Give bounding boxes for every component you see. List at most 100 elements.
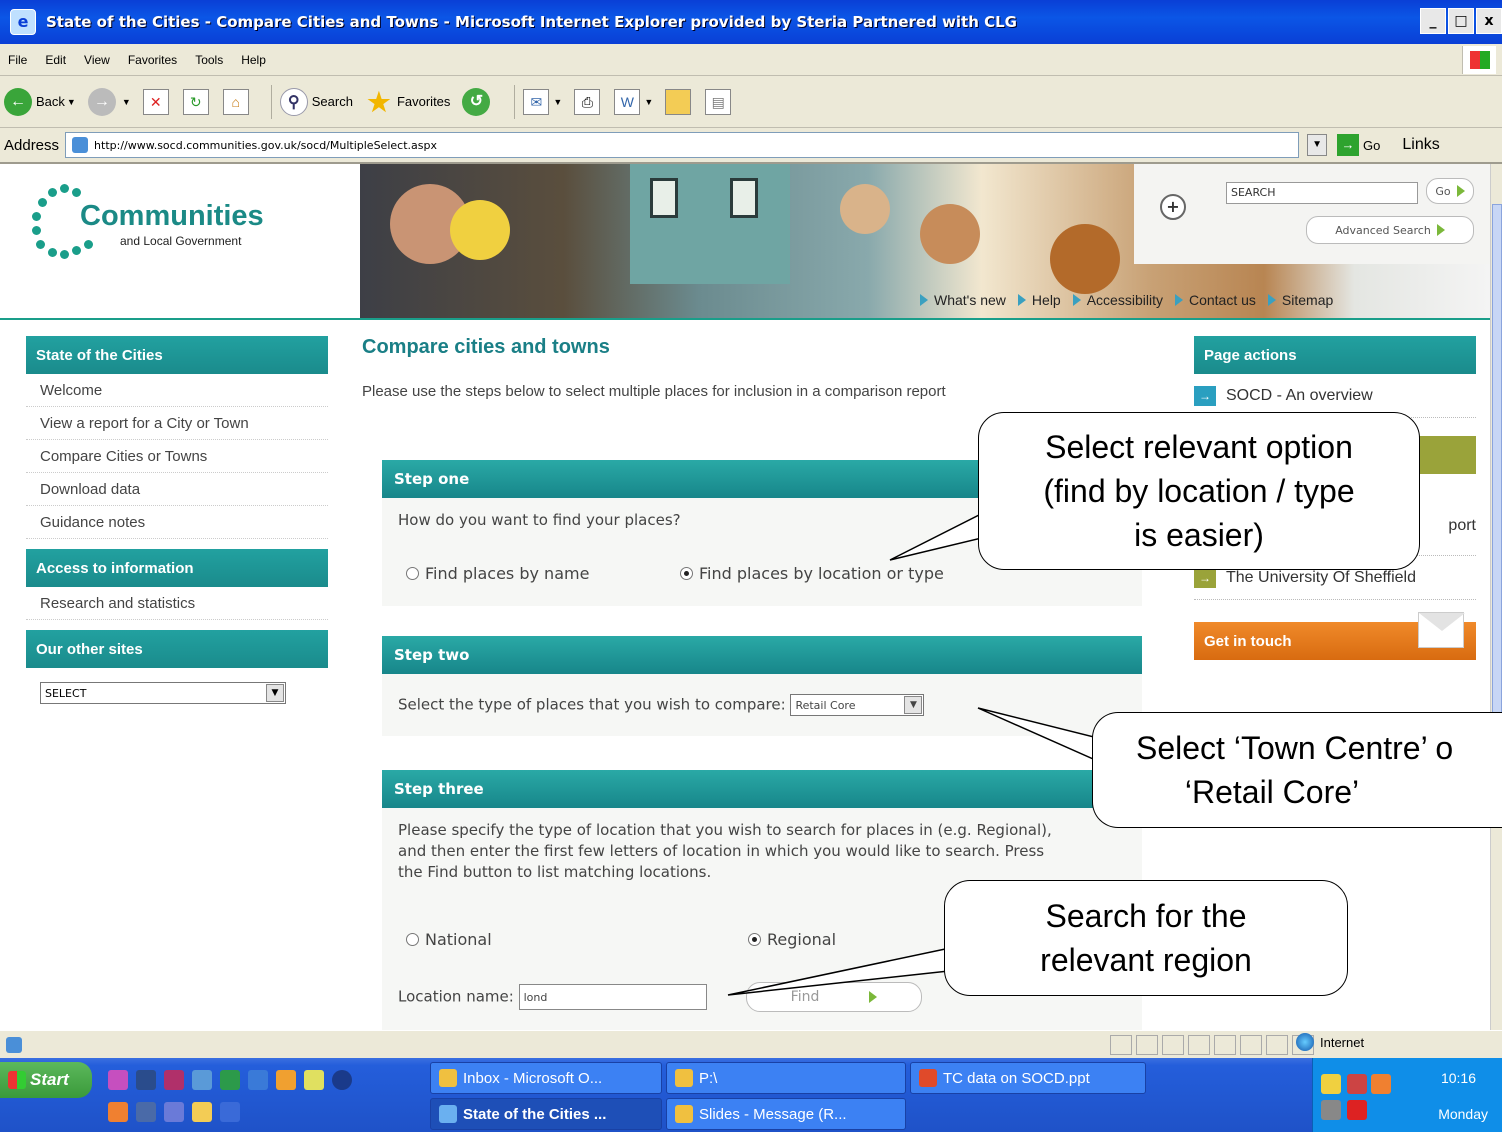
nav-item-download-data[interactable]: Download data [26,473,328,506]
callout-select-option: Select relevant option (find by location… [978,412,1420,570]
start-label: Start [30,1070,69,1089]
site-search-go-button[interactable]: Go [1426,178,1474,204]
radio-find-by-name[interactable]: Find places by name [406,564,589,583]
menu-favorites[interactable]: Favorites [128,53,177,67]
link-contact-us[interactable]: Contact us [1174,292,1256,308]
site-logo[interactable]: Communities and Local Government [0,164,360,318]
address-input[interactable]: http://www.socd.communities.gov.uk/socd/… [65,132,1300,158]
forward-button[interactable]: → ▼ [87,87,131,116]
get-in-touch-heading[interactable]: Get in touch [1194,612,1476,660]
clock-time: 10:16 [1440,1070,1476,1086]
standard-toolbar: ← Back ▼ → ▼ ✕ ↻ ⌂ ⚲ Search ★ Favorites … [0,76,1502,128]
menu-bar: File Edit View Favorites Tools Help [0,44,1502,76]
radio-national[interactable]: National [406,930,492,949]
radio-regional[interactable]: Regional [748,930,836,949]
chevron-down-icon: ▼ [553,96,563,107]
quicklaunch-icon[interactable] [332,1070,352,1090]
address-dropdown-button[interactable]: ▼ [1307,134,1328,156]
go-button[interactable]: → Go [1337,134,1380,156]
toolbar-separator [514,84,516,119]
other-sites-select[interactable]: SELECT ▼ [40,682,286,704]
task-p-drive[interactable]: P:\ [666,1062,906,1094]
history-button[interactable]: ↺ [462,87,494,116]
favorites-button[interactable]: ★ Favorites [365,88,450,116]
excel-icon[interactable] [220,1070,240,1090]
vertical-scrollbar[interactable] [1490,164,1502,1030]
location-input[interactable]: lond [518,984,707,1010]
link-help[interactable]: Help [1017,292,1061,308]
menu-tools[interactable]: Tools [195,53,223,67]
outlook-icon[interactable] [276,1070,296,1090]
print-button[interactable]: ⎙ [574,88,602,115]
advanced-search-button[interactable]: Advanced Search [1306,216,1474,244]
research-button[interactable]: ▤ [705,88,733,115]
close-button[interactable]: x [1476,8,1502,34]
word-icon[interactable] [220,1102,240,1122]
link-sitemap[interactable]: Sitemap [1267,292,1334,308]
task-label: State of the Cities ... [463,1105,607,1123]
quicklaunch-icon[interactable] [164,1102,184,1122]
quicklaunch-icon[interactable] [192,1070,212,1090]
nav-item-research[interactable]: Research and statistics [26,587,328,620]
page-icon [72,137,89,153]
link-accessibility[interactable]: Accessibility [1072,292,1163,308]
tray-icon[interactable] [1371,1074,1391,1094]
task-slides-message[interactable]: Slides - Message (R... [666,1098,906,1130]
nav-heading-access-info: Access to information [26,549,328,587]
quicklaunch-icon[interactable] [164,1070,184,1090]
task-state-of-cities[interactable]: State of the Cities ... [430,1098,662,1130]
folder-icon[interactable] [192,1102,212,1122]
window-title-bar[interactable]: e State of the Cities - Compare Cities a… [0,0,1502,44]
tray-icon[interactable] [1347,1100,1367,1120]
task-tc-data[interactable]: TC data on SOCD.ppt [910,1062,1146,1094]
minimize-button[interactable]: _ [1420,8,1446,34]
radio-find-by-location[interactable]: Find places by location or type [680,564,944,583]
menu-file[interactable]: File [8,53,27,67]
stop-button[interactable]: ✕ [142,88,171,115]
quicklaunch-icon[interactable] [108,1102,128,1122]
site-search-input[interactable]: SEARCH [1226,182,1418,204]
menu-help[interactable]: Help [241,53,266,67]
search-button[interactable]: ⚲ Search [279,87,353,116]
link-whats-new[interactable]: What's new [920,292,1006,308]
sap-icon[interactable] [136,1070,156,1090]
mail-icon[interactable] [1321,1074,1341,1094]
menu-view[interactable]: View [84,53,110,67]
mail-button[interactable]: ✉ ▼ [523,88,563,115]
scrollbar-thumb[interactable] [1492,204,1502,724]
quicklaunch-icon[interactable] [136,1102,156,1122]
tray-icon[interactable] [1321,1100,1341,1120]
page-title: Compare cities and towns [362,336,610,358]
menu-edit[interactable]: Edit [45,53,66,67]
research-icon: ▤ [705,88,732,115]
main-content: Compare cities and towns Please use the … [362,336,1142,400]
refresh-button[interactable]: ↻ [182,88,211,115]
quicklaunch-icon[interactable] [304,1070,324,1090]
home-button[interactable]: ⌂ [222,88,251,115]
ie-icon[interactable] [248,1070,268,1090]
tray-icon[interactable] [1347,1074,1367,1094]
quicklaunch-icon[interactable] [108,1070,128,1090]
edit-button[interactable]: W ▼ [614,88,653,115]
chevron-down-icon: ▼ [904,696,923,714]
nav-item-view-report[interactable]: View a report for a City or Town [26,407,328,440]
nav-item-compare[interactable]: Compare Cities or Towns [26,440,328,473]
nav-item-guidance-notes[interactable]: Guidance notes [26,506,328,539]
zone-label: Internet [1320,1034,1365,1050]
start-button[interactable]: Start [0,1062,92,1098]
link-label: Contact us [1188,292,1256,308]
address-bar: Address http://www.socd.communities.gov.… [0,128,1502,164]
link-label: SOCD - An overview [1226,386,1373,404]
status-cells [1110,1035,1314,1055]
maximize-button[interactable]: □ [1448,8,1474,34]
play-arrow-icon [1174,294,1183,306]
links-button[interactable]: Links [1402,136,1439,154]
link-label: Sitemap [1281,292,1334,308]
task-inbox[interactable]: Inbox - Microsoft O... [430,1062,662,1094]
zoom-icon[interactable]: + [1160,194,1186,220]
find-button[interactable]: Find [746,982,922,1012]
nav-item-welcome[interactable]: Welcome [26,374,328,407]
folder-button[interactable] [665,88,693,115]
back-button[interactable]: ← Back ▼ [4,87,76,116]
place-type-select[interactable]: Retail Core ▼ [790,694,925,716]
